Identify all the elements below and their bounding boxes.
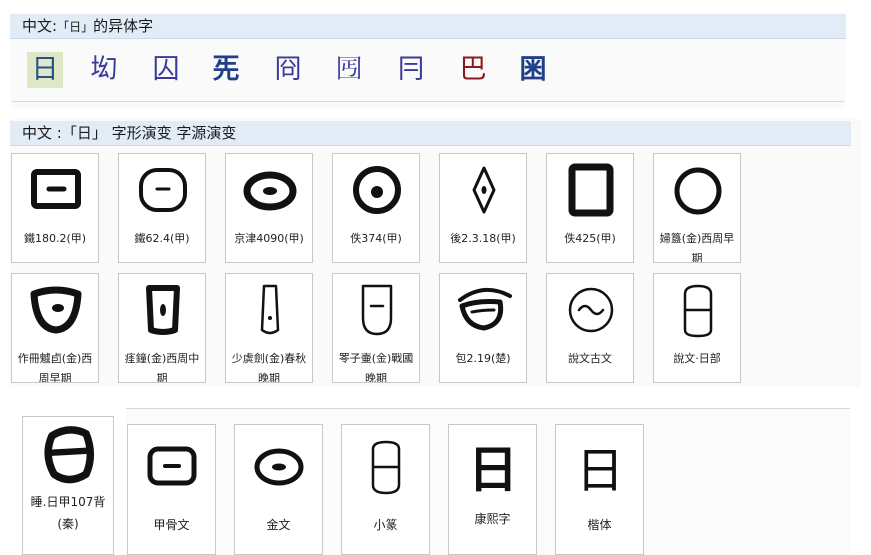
shuowen-ancient-icon — [568, 287, 614, 333]
glyph-caption: 京津4090(甲) — [234, 232, 304, 245]
bronze-narrow-icon — [260, 284, 280, 335]
oracle-bone-oval-icon — [243, 171, 297, 211]
shuowen-seal-icon — [683, 284, 713, 338]
variant-char[interactable]: 冃 — [393, 52, 429, 88]
variants-title-char: 「日」 — [57, 20, 94, 34]
glyph-card[interactable]: 鐵180.2(甲) — [11, 153, 99, 263]
glyph-card[interactable]: 佚374(甲) — [332, 153, 420, 263]
glyph-caption: 金文 — [266, 518, 291, 532]
glyph-caption: 楷体 — [587, 518, 612, 532]
oracle-bone-square-icon — [31, 169, 81, 209]
glyph-card[interactable]: 𦊓子壷(金)戰國晚期 — [332, 273, 420, 383]
styles-top-divider — [126, 408, 850, 409]
bronze-script-icon — [254, 448, 304, 486]
kangxi-icon: 日 — [468, 440, 518, 497]
glyph-card[interactable]: 日 楷体 — [555, 424, 644, 555]
oracle-bone-circle-dot-icon — [353, 166, 401, 214]
variants-title-suffix: 的异体字 — [93, 17, 154, 35]
glyph-card[interactable]: 包2.19(楚) — [439, 273, 527, 383]
glyph-caption: 睡.日甲107背(秦) — [30, 495, 106, 531]
bronze-circle-icon — [674, 167, 722, 215]
glyph-caption: 說文‧日部 — [673, 352, 721, 365]
regular-script-icon: 日 — [576, 443, 624, 497]
sleep-oracle-icon — [44, 426, 95, 484]
glyph-caption: 佚374(甲) — [350, 232, 402, 245]
glyph-card[interactable]: 說文‧日部 — [653, 273, 741, 383]
glyph-caption: 𦊓子壷(金)戰國晚期 — [338, 352, 414, 383]
variants-divider — [12, 101, 844, 102]
svg-text:日: 日 — [576, 443, 624, 497]
glyph-card[interactable]: 後2.3.18(甲) — [439, 153, 527, 263]
oracle-bone-square-bold-icon — [568, 163, 614, 217]
glyph-card[interactable]: 小篆 — [341, 424, 430, 555]
glyph-card[interactable]: 京津4090(甲) — [225, 153, 313, 263]
glyph-caption: 鐵62.4(甲) — [134, 232, 190, 245]
variant-char[interactable]: 𡆸 — [331, 52, 367, 88]
oracle-bone-diamond-icon — [472, 166, 496, 214]
glyph-card[interactable]: 作冊魖卣(金)西周早期 — [11, 273, 99, 383]
glyph-card[interactable]: 鐵62.4(甲) — [118, 153, 206, 263]
glyph-caption: 㾏鐘(金)西周中期 — [124, 352, 200, 383]
glyph-caption: 甲骨文 — [153, 518, 190, 532]
glyph-card[interactable]: 婦簋(金)西周早期 — [653, 153, 741, 263]
variant-char[interactable]: 𠀡 — [208, 52, 244, 88]
evolution-title-char: 「日」 — [61, 124, 107, 142]
glyph-caption: 小篆 — [373, 518, 398, 532]
glyph-card[interactable]: 少虡劍(金)春秋晚期 — [225, 273, 313, 383]
oracle-script-icon — [147, 446, 197, 486]
glyph-card[interactable]: 睡.日甲107背(秦) — [22, 416, 114, 555]
evolution-section-title: 中文 :「日」 字形演变 字源演变 — [10, 121, 851, 146]
glyph-card[interactable]: 甲骨文 — [127, 424, 216, 555]
evolution-title-prefix: 中文 : — [22, 124, 62, 142]
glyph-caption: 後2.3.18(甲) — [450, 232, 516, 245]
variant-char[interactable]: 巴 — [455, 52, 491, 88]
glyph-caption: 作冊魖卣(金)西周早期 — [17, 352, 93, 383]
evolution-title-suffix: 字形演变 字源演变 — [111, 124, 237, 142]
small-seal-icon — [371, 440, 401, 495]
glyph-card[interactable]: 日 康熙字 — [448, 424, 537, 555]
variant-char[interactable]: 㘭 — [86, 52, 122, 88]
bronze-bowl-icon — [30, 286, 82, 334]
glyph-caption: 婦簋(金)西周早期 — [659, 232, 735, 263]
variant-char[interactable]: 囚 — [148, 52, 184, 88]
variant-char[interactable]: 𡇒 — [515, 52, 551, 88]
glyph-card[interactable]: 說文古文 — [546, 273, 634, 383]
glyph-caption: 少虡劍(金)春秋晚期 — [231, 352, 307, 383]
variant-char[interactable]: 日 — [27, 52, 63, 88]
glyph-caption: 說文古文 — [568, 352, 612, 365]
variants-title-prefix: 中文: — [22, 17, 58, 35]
oracle-bone-round-icon — [139, 168, 187, 212]
variant-char[interactable]: 冏 — [270, 52, 306, 88]
glyph-caption: 包2.19(楚) — [455, 352, 511, 365]
variants-section-title: 中文:「日」的异体字 — [10, 14, 846, 39]
glyph-caption: 康熙字 — [474, 512, 511, 526]
glyph-card[interactable]: 金文 — [234, 424, 323, 555]
glyph-card[interactable]: 佚425(甲) — [546, 153, 634, 263]
glyph-caption: 鐵180.2(甲) — [23, 232, 87, 245]
glyph-card[interactable]: 㾏鐘(金)西周中期 — [118, 273, 206, 383]
glyph-caption: 佚425(甲) — [564, 232, 616, 245]
bronze-tall-dot-icon — [146, 285, 180, 335]
svg-text:日: 日 — [468, 440, 518, 497]
bronze-shield-icon — [361, 284, 393, 336]
chu-eye-icon — [458, 288, 512, 331]
